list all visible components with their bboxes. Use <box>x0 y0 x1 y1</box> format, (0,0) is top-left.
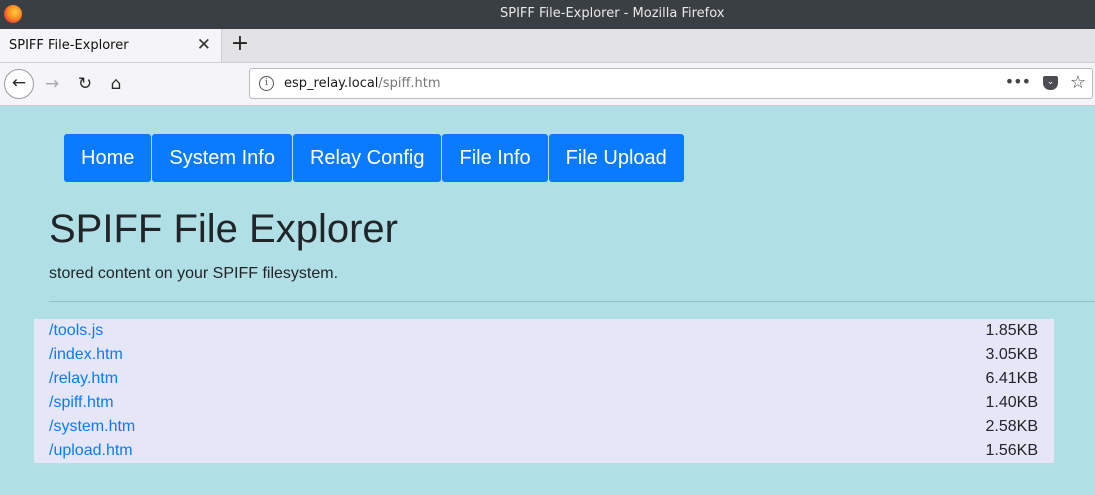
file-link[interactable]: /tools.js <box>49 322 103 340</box>
file-size: 6.41KB <box>985 370 1038 387</box>
file-size: 1.56KB <box>985 442 1038 459</box>
window-title: SPIFF File-Explorer - Mozilla Firefox <box>500 6 725 21</box>
file-link[interactable]: /system.htm <box>49 418 135 436</box>
menu-item-file-upload[interactable]: File Upload <box>548 134 684 182</box>
url-path: /spiff.htm <box>378 76 441 91</box>
page-title: SPIFF File Explorer <box>49 207 398 251</box>
navigation-toolbar: ← → ↻ ⌂ i esp_relay.local/spiff.htm ••• … <box>0 63 1095 106</box>
tab-strip: SPIFF File-Explorer ✕ + <box>0 29 1095 63</box>
star-icon[interactable]: ☆ <box>1070 72 1086 93</box>
more-dots-icon[interactable]: ••• <box>1005 72 1031 91</box>
url-bar[interactable]: i esp_relay.local/spiff.htm ••• ⌄ ☆ <box>249 68 1093 99</box>
file-link[interactable]: /relay.htm <box>49 370 118 388</box>
menu-item-home[interactable]: Home <box>64 134 152 182</box>
site-menu: Home System Info Relay Config File Info … <box>64 134 685 182</box>
file-size: 1.40KB <box>985 394 1038 411</box>
tab-spiff-explorer[interactable]: SPIFF File-Explorer ✕ <box>0 29 222 62</box>
file-row: /upload.htm 1.56KB <box>34 439 1054 463</box>
window-titlebar: SPIFF File-Explorer - Mozilla Firefox <box>0 0 1095 29</box>
file-link[interactable]: /spiff.htm <box>49 394 114 412</box>
file-list: /tools.js 1.85KB /index.htm 3.05KB /rela… <box>34 319 1054 463</box>
pocket-icon[interactable]: ⌄ <box>1043 76 1058 90</box>
menu-item-relay-config[interactable]: Relay Config <box>292 134 442 182</box>
reload-icon[interactable]: ↻ <box>70 69 100 99</box>
page-subtitle: stored content on your SPIFF filesystem. <box>49 265 339 282</box>
file-size: 3.05KB <box>985 346 1038 363</box>
plus-icon[interactable]: + <box>229 31 251 56</box>
tab-label: SPIFF File-Explorer <box>9 38 129 53</box>
file-row: /tools.js 1.85KB <box>34 319 1054 343</box>
menu-item-system-info[interactable]: System Info <box>152 134 292 182</box>
file-row: /system.htm 2.58KB <box>34 415 1054 439</box>
back-arrow-icon[interactable]: ← <box>4 69 34 99</box>
info-icon[interactable]: i <box>259 76 274 91</box>
file-row: /spiff.htm 1.40KB <box>34 391 1054 415</box>
file-link[interactable]: /index.htm <box>49 346 123 364</box>
file-row: /relay.htm 6.41KB <box>34 367 1054 391</box>
home-icon[interactable]: ⌂ <box>101 69 131 99</box>
divider <box>49 301 1095 302</box>
url-text[interactable]: esp_relay.local/spiff.htm <box>284 76 441 91</box>
forward-arrow-icon[interactable]: → <box>37 69 67 99</box>
page-content: Home System Info Relay Config File Info … <box>0 106 1095 495</box>
file-size: 1.85KB <box>985 322 1038 339</box>
file-link[interactable]: /upload.htm <box>49 442 133 460</box>
file-row: /index.htm 3.05KB <box>34 343 1054 367</box>
menu-item-file-info[interactable]: File Info <box>442 134 548 182</box>
close-icon[interactable]: ✕ <box>197 35 211 55</box>
url-host: esp_relay.local <box>284 76 379 91</box>
file-size: 2.58KB <box>985 418 1038 435</box>
